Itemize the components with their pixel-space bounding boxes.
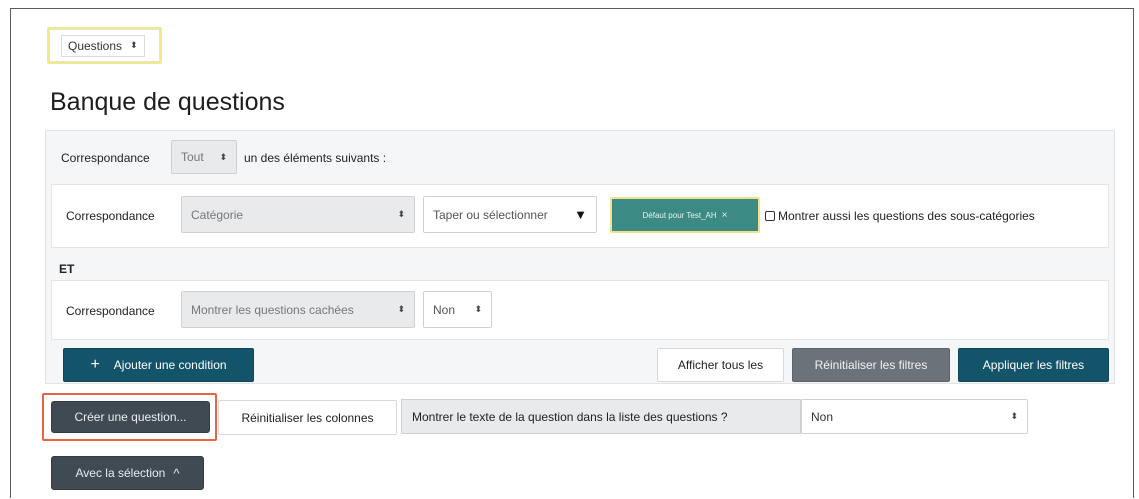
plus-icon: + — [90, 356, 100, 373]
match-prefix-label: Correspondance — [61, 151, 150, 165]
subcategories-checkbox-row[interactable]: Montrer aussi les questions des sous-cat… — [765, 209, 1035, 223]
reset-columns-label: Réinitialiser les colonnes — [241, 410, 374, 425]
show-text-label: Montrer le texte de la question dans la … — [412, 409, 728, 424]
select-arrows-icon: ⬍ — [219, 151, 227, 162]
condition-type-select[interactable]: Catégorie ⬍ — [181, 196, 415, 233]
show-all-label: Afficher tous les — [677, 358, 764, 372]
condition-type-value: Catégorie — [191, 207, 244, 222]
hidden-value: Non — [433, 302, 456, 317]
apply-filters-label: Appliquer les filtres — [982, 358, 1085, 372]
condition-type-value: Montrer les questions cachées — [191, 302, 354, 317]
tag-close-icon[interactable]: × — [722, 210, 728, 221]
reset-filters-label: Réinitialiser les filtres — [814, 358, 928, 372]
selected-category-tag[interactable]: Défaut pour Test_AH × — [610, 197, 760, 233]
dropdown-triangle-icon: ▼ — [574, 207, 587, 222]
condition-label: Correspondance — [66, 209, 155, 223]
select-arrows-icon: ⬍ — [397, 209, 405, 219]
show-all-button[interactable]: Afficher tous les — [657, 348, 784, 382]
create-question-label: Créer une question... — [74, 410, 187, 424]
selected-category-label: Défaut pour Test_AH — [642, 210, 717, 220]
match-type-value: Tout — [181, 150, 204, 164]
nav-select-value: Questions — [68, 38, 123, 53]
with-selection-button[interactable]: Avec la sélection ^ — [51, 456, 204, 490]
show-text-label-box: Montrer le texte de la question dans la … — [401, 399, 801, 434]
subcategories-checkbox-label: Montrer aussi les questions des sous-cat… — [778, 209, 1035, 223]
condition-type-select[interactable]: Montrer les questions cachées ⬍ — [181, 291, 415, 328]
condition-label: Correspondance — [66, 304, 155, 318]
select-arrows-icon: ⬍ — [1010, 411, 1018, 421]
match-suffix-label: un des éléments suivants : — [244, 151, 387, 165]
add-condition-label: Ajouter une condition — [113, 358, 227, 372]
with-selection-label: Avec la sélection — [75, 466, 166, 480]
question-bank-nav-select[interactable]: Questions ⬍ — [47, 27, 162, 64]
match-type-select[interactable]: Tout ⬍ — [171, 140, 237, 174]
create-question-button[interactable]: Créer une question... — [51, 401, 210, 433]
select-arrows-icon: ⬍ — [474, 304, 482, 314]
show-text-select[interactable]: Non ⬍ — [801, 399, 1028, 434]
hidden-value-select[interactable]: Non ⬍ — [423, 291, 492, 328]
apply-filters-button[interactable]: Appliquer les filtres — [958, 348, 1109, 382]
reset-filters-button[interactable]: Réinitialiser les filtres — [792, 348, 950, 382]
joiner-label: ET — [59, 262, 75, 276]
select-arrows-icon: ⬍ — [130, 40, 138, 50]
category-search-placeholder: Taper ou sélectionner — [433, 207, 548, 222]
select-arrows-icon: ⬍ — [397, 304, 405, 314]
reset-columns-button[interactable]: Réinitialiser les colonnes — [218, 400, 397, 435]
category-search-input[interactable]: Taper ou sélectionner ▼ — [423, 196, 597, 233]
page-title: Banque de questions — [50, 88, 285, 116]
add-condition-button[interactable]: + Ajouter une condition — [63, 348, 254, 382]
chevron-up-icon: ^ — [173, 465, 180, 481]
subcategories-checkbox[interactable] — [765, 211, 775, 221]
show-text-value: Non — [811, 409, 834, 424]
